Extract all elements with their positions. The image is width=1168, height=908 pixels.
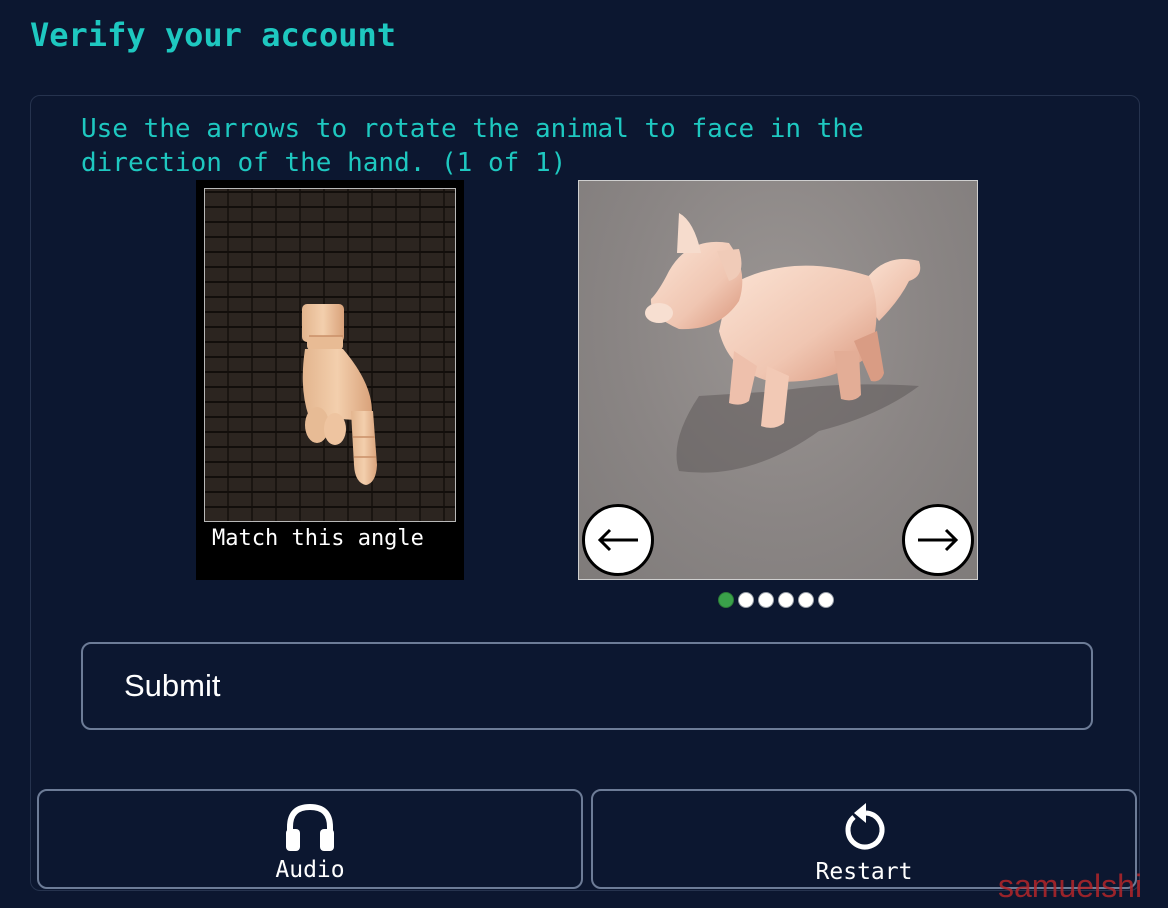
audio-label: Audio	[275, 857, 345, 883]
hand-caption: Match this angle	[212, 526, 424, 551]
rotation-pager	[718, 592, 834, 608]
pager-dot	[738, 592, 754, 608]
arrow-left-icon	[597, 528, 638, 552]
submit-button[interactable]: Submit	[81, 642, 1093, 730]
headphones-icon	[286, 803, 334, 851]
hand-reference-card: Match this angle	[196, 180, 464, 580]
pointing-hand-illustration	[302, 304, 377, 485]
pager-dot	[758, 592, 774, 608]
pager-dot	[818, 592, 834, 608]
audio-button[interactable]: Audio	[37, 789, 583, 889]
pager-dot	[798, 592, 814, 608]
rotate-right-button[interactable]	[902, 504, 974, 576]
hand-reference-image	[204, 188, 456, 522]
challenge-instruction: Use the arrows to rotate the animal to f…	[81, 114, 864, 178]
watermark: samuelshi	[998, 868, 1143, 904]
pager-dot	[718, 592, 734, 608]
restart-icon	[845, 803, 885, 850]
page-title: Verify your account	[30, 16, 397, 54]
arrow-right-icon	[918, 528, 959, 552]
pager-dot	[778, 592, 794, 608]
rotate-left-button[interactable]	[582, 504, 654, 576]
